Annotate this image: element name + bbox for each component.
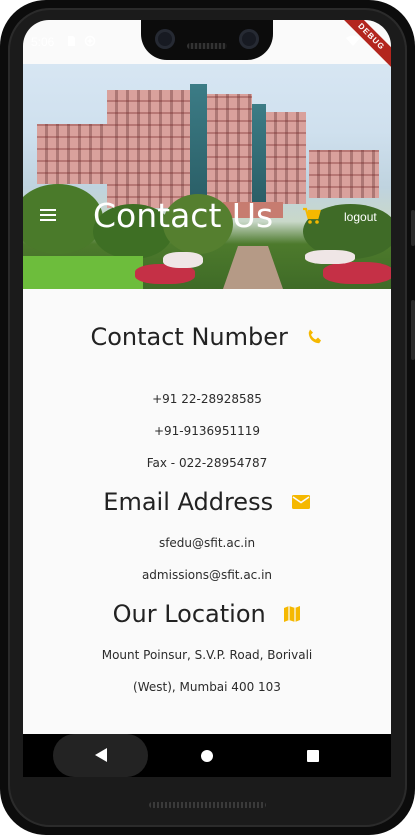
wifi-icon: [346, 35, 360, 46]
building-right: [266, 112, 306, 204]
building-center: [207, 94, 252, 204]
contact-phone-1: +91 22-28928585: [152, 392, 262, 406]
power-button: [411, 300, 415, 360]
glass-tower-2: [252, 104, 266, 204]
recents-icon[interactable]: [307, 750, 319, 762]
page-title: Contact Us: [93, 196, 274, 235]
screen: 5:06 DEBUG Contact Us logout Contact Num…: [23, 20, 391, 777]
system-nav-bar: [23, 734, 391, 777]
logout-button[interactable]: logout: [344, 210, 377, 224]
our-location-heading: Our Location: [23, 599, 391, 628]
cart-icon[interactable]: [302, 207, 322, 225]
location-line-1: Mount Poinsur, S.V.P. Road, Borivali: [101, 648, 313, 662]
email-address-heading: Email Address: [23, 487, 391, 516]
back-icon[interactable]: [94, 748, 108, 762]
flower-bed: [163, 252, 203, 268]
contact-number-heading: Contact Number: [23, 322, 391, 351]
bottom-speaker: [149, 802, 266, 808]
app-bar: Contact Us logout: [23, 192, 391, 240]
map-icon: [284, 606, 301, 622]
email-admissions: admissions@sfit.ac.in: [141, 568, 273, 582]
building-left: [37, 124, 112, 184]
status-time: 5:06: [31, 35, 55, 49]
home-icon[interactable]: [201, 750, 213, 762]
pathway: [223, 246, 283, 289]
building-main: [107, 90, 193, 208]
flower-bed: [305, 250, 355, 264]
location-line-2: (West), Mumbai 400 103: [133, 680, 281, 694]
sd-card-icon: [68, 36, 75, 46]
menu-icon[interactable]: [40, 209, 56, 221]
header-image: Contact Us logout: [23, 64, 391, 289]
email-address-title: Email Address: [103, 488, 274, 516]
contact-number-title: Contact Number: [90, 323, 288, 351]
glass-tower: [190, 84, 207, 202]
phone-icon: [308, 329, 321, 344]
data-saver-icon: [84, 35, 96, 47]
email-icon: [291, 495, 310, 509]
lawn: [23, 256, 143, 289]
volume-button: [411, 210, 415, 246]
front-camera-2: [239, 29, 259, 49]
front-camera: [155, 29, 175, 49]
our-location-title: Our Location: [112, 600, 266, 628]
flower-bed: [323, 262, 391, 284]
contact-fax: Fax - 022-28954787: [146, 456, 268, 470]
earpiece: [187, 43, 227, 49]
email-primary: sfedu@sfit.ac.in: [158, 536, 256, 550]
contact-phone-2: +91-9136951119: [153, 424, 260, 438]
camera-notch: [141, 20, 273, 60]
building-far-right: [309, 150, 379, 198]
